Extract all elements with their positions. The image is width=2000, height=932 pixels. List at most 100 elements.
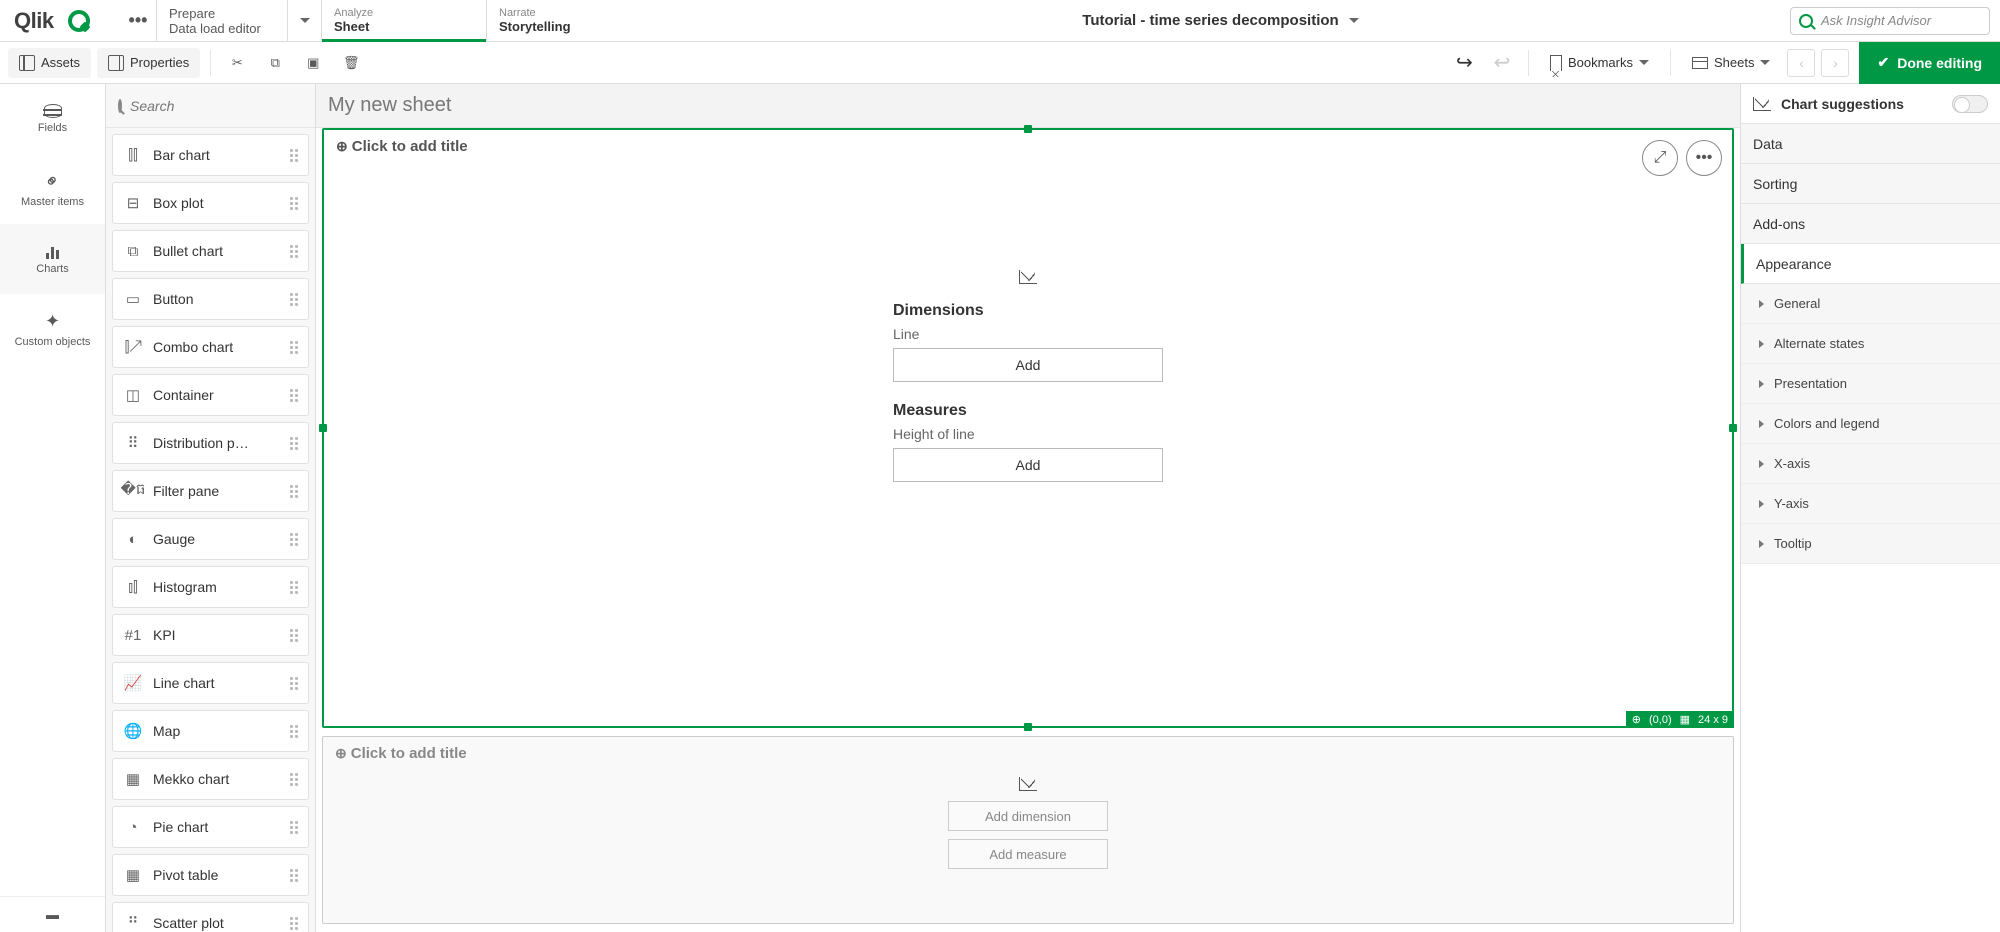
section-data[interactable]: Data [1741,124,2000,164]
appearance-subsection[interactable]: Y-axis [1741,484,2000,524]
add-dimension-button[interactable]: Add [893,348,1163,382]
viz-menu-button[interactable]: ••• [1686,140,1722,176]
drag-handle-icon[interactable] [290,389,298,402]
assets-toggle[interactable]: Assets [8,48,91,78]
cut-button[interactable]: ✂ [221,48,253,78]
chart-type-item[interactable]: ▦ Pivot table [112,854,309,896]
resize-handle-bottom[interactable] [1024,723,1032,731]
sheet-canvas: My new sheet ⊕ Click to add title ⤢ ••• [316,84,1740,932]
ask-insight-input[interactable]: Ask Insight Advisor [1790,7,1990,35]
resize-handle-left[interactable] [319,424,327,432]
undo-button[interactable]: ↩ [1448,48,1480,78]
prev-sheet-button[interactable]: ‹ [1787,49,1815,77]
fullscreen-button[interactable]: ⤢ [1642,140,1678,176]
drag-handle-icon[interactable] [290,581,298,594]
appearance-subsection[interactable]: Alternate states [1741,324,2000,364]
chart-type-icon: ◫ [123,386,143,404]
chart-type-item[interactable]: ◫ Container [112,374,309,416]
chart-type-item[interactable]: ⊟ Box plot [112,182,309,224]
chart-type-item[interactable]: ⠿ Distribution p… [112,422,309,464]
appearance-subsection[interactable]: X-axis [1741,444,2000,484]
drag-handle-icon[interactable] [290,197,298,210]
nav-fields[interactable]: Fields [0,84,105,154]
nav-prepare[interactable]: Prepare Data load editor [156,0,321,41]
chart-type-icon: ⠿ [123,434,143,452]
app-menu-button[interactable]: ••• [120,0,156,41]
drag-handle-icon[interactable] [290,629,298,642]
resize-handle-right[interactable] [1729,424,1737,432]
appearance-subsection[interactable]: Presentation [1741,364,2000,404]
sheets-button[interactable]: Sheets [1681,48,1781,78]
add-measure-button[interactable]: Add measure [948,839,1108,869]
chart-type-icon: ⧉ [123,243,143,260]
chart-type-item[interactable]: ◔ Pie chart [112,806,309,848]
nav-analyze[interactable]: Analyze Sheet [321,0,486,41]
drag-handle-icon[interactable] [290,341,298,354]
drag-handle-icon[interactable] [290,821,298,834]
nav-prepare-dropdown[interactable] [287,0,321,41]
appearance-subsection[interactable]: Colors and legend [1741,404,2000,444]
subsection-label: Colors and legend [1774,416,1880,431]
nav-variables[interactable]: ▬ [0,896,105,932]
app-title[interactable]: Tutorial - time series decomposition [651,0,1790,41]
measures-heading: Measures [893,402,1163,420]
redo-button[interactable]: ↩ [1486,48,1518,78]
chart-type-item[interactable]: �ធ Filter pane [112,470,309,512]
viz1-title-text: Click to add title [352,138,468,155]
nav-narrate[interactable]: Narrate Storytelling [486,0,651,41]
nav-custom-objects[interactable]: ✦ Custom objects [0,294,105,364]
chart-type-icon: ⫾⫿ [123,579,143,596]
properties-toggle[interactable]: Properties [97,48,200,78]
chart-type-item[interactable]: ⧉ Bullet chart [112,230,309,272]
chart-type-item[interactable]: ⫿↗ Combo chart [112,326,309,368]
nav-master-items[interactable]: ⚭ Master items [0,154,105,224]
chart-type-item[interactable]: #1 KPI [112,614,309,656]
next-sheet-button[interactable]: › [1821,49,1849,77]
chart-type-item[interactable]: ⠛ Scatter plot [112,902,309,932]
drag-handle-icon[interactable] [290,485,298,498]
paste-button[interactable]: ▣ [297,48,329,78]
chart-search-input[interactable] [130,98,312,114]
resize-handle-top[interactable] [1024,125,1032,133]
section-appearance[interactable]: Appearance [1741,244,2000,284]
chart-type-item[interactable]: ▭ Button [112,278,309,320]
viz2-title-placeholder[interactable]: ⊕ Click to add title [323,737,1733,770]
viz2-config: Add dimension Add measure [948,777,1108,869]
drag-handle-icon[interactable] [290,725,298,738]
add-measure-button[interactable]: Add [893,448,1163,482]
section-addons[interactable]: Add-ons [1741,204,2000,244]
add-dimension-button[interactable]: Add dimension [948,801,1108,831]
drag-handle-icon[interactable] [290,293,298,306]
drag-handle-icon[interactable] [290,245,298,258]
delete-button[interactable]: 🗑 [335,48,367,78]
nav-narrate-sup: Narrate [499,7,639,19]
appearance-subsection[interactable]: General [1741,284,2000,324]
chart-type-label: Map [153,723,180,739]
viz1-title-placeholder[interactable]: ⊕ Click to add title [324,130,1732,163]
chart-suggestions-toggle[interactable] [1952,95,1988,113]
chart-type-item[interactable]: 📈 Line chart [112,662,309,704]
drag-handle-icon[interactable] [290,149,298,162]
done-editing-button[interactable]: ✔ Done editing [1859,42,2000,84]
chart-type-item[interactable]: ▦ Mekko chart [112,758,309,800]
visualization-2[interactable]: ⊕ Click to add title Add dimension Add m… [322,736,1734,924]
visualization-1[interactable]: ⊕ Click to add title ⤢ ••• Dimensions Li… [322,128,1734,728]
nav-charts[interactable]: Charts [0,224,105,294]
chart-type-item[interactable]: ◐ Gauge [112,518,309,560]
copy-button[interactable]: ⧉ [259,48,291,78]
section-sorting[interactable]: Sorting [1741,164,2000,204]
bookmarks-button[interactable]: Bookmarks [1539,48,1660,78]
bookmark-icon [1550,55,1562,71]
sheet-title[interactable]: My new sheet [316,84,1740,128]
chart-type-item[interactable]: ⫾⫿ Histogram [112,566,309,608]
chart-type-item[interactable]: ⫿⫿ Bar chart [112,134,309,176]
drag-handle-icon[interactable] [290,677,298,690]
drag-handle-icon[interactable] [290,869,298,882]
drag-handle-icon[interactable] [290,533,298,546]
drag-handle-icon[interactable] [290,773,298,786]
drag-handle-icon[interactable] [290,437,298,450]
appearance-subsection[interactable]: Tooltip [1741,524,2000,564]
drag-handle-icon[interactable] [290,917,298,930]
check-icon: ✔ [1877,54,1889,71]
chart-type-item[interactable]: 🌐 Map [112,710,309,752]
